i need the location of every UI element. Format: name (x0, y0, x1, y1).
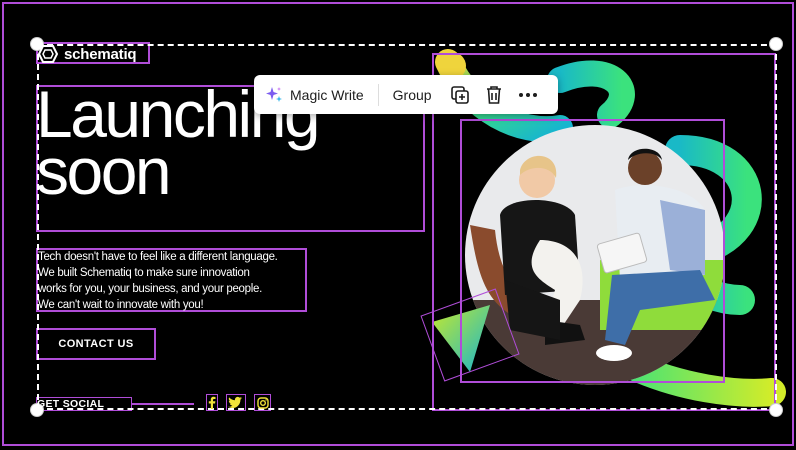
group-label: Group (392, 86, 432, 103)
facebook-icon[interactable] (205, 395, 219, 410)
design-canvas[interactable]: schematiq Launching soon Tech doesn't ha… (0, 0, 796, 450)
logo-mark-icon (38, 45, 58, 63)
twitter-icon[interactable] (228, 395, 242, 410)
duplicate-icon[interactable] (448, 83, 472, 107)
more-options-icon[interactable] (516, 83, 540, 107)
floating-toolbar: Magic Write Group (254, 75, 558, 114)
body-copy[interactable]: Tech doesn't have to feel like a differe… (38, 249, 278, 313)
social-label[interactable]: GET SOCIAL (37, 398, 104, 410)
toolbar-divider (377, 83, 379, 106)
magic-write-label: Magic Write (290, 86, 364, 103)
brand-logo[interactable]: schematiq (38, 43, 150, 65)
instagram-icon[interactable] (256, 395, 270, 410)
trash-icon[interactable] (482, 83, 506, 107)
logo-text: schematiq (64, 45, 137, 63)
contact-us-button[interactable]: CONTACT US (37, 328, 155, 360)
resize-handle-bottom-right[interactable] (770, 404, 782, 416)
sparkle-icon (266, 86, 282, 102)
magic-write-button[interactable]: Magic Write (264, 85, 364, 105)
resize-handle-top-right[interactable] (770, 38, 782, 50)
group-button[interactable]: Group (393, 87, 432, 103)
